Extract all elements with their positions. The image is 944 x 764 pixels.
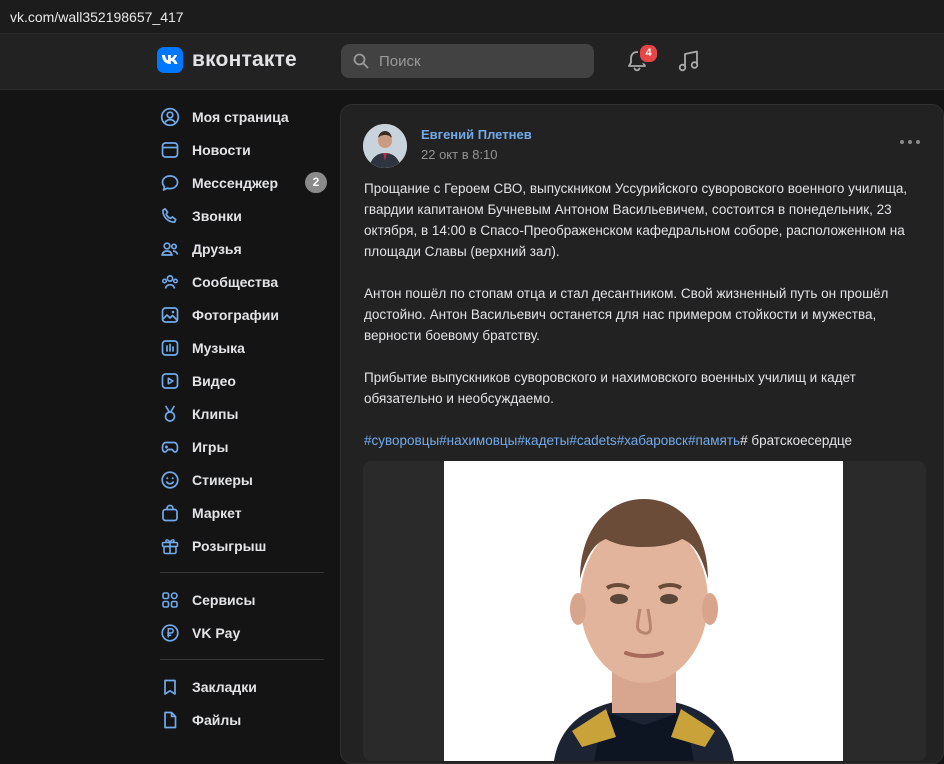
photo-icon xyxy=(161,306,179,323)
sidebar-item-news[interactable]: Новости xyxy=(158,133,328,166)
hashtag-tail: # братскоесердце xyxy=(740,433,853,448)
chat-bubble-icon xyxy=(161,174,179,191)
hashtag-link[interactable]: #хабаровск xyxy=(617,433,688,448)
sidebar-item-label: Файлы xyxy=(192,711,242,728)
search-icon xyxy=(353,53,369,69)
sidebar-item-stickers[interactable]: Стикеры xyxy=(158,463,328,496)
sidebar-item-label: Моя страница xyxy=(192,108,289,125)
messenger-unread-badge: 2 xyxy=(305,172,327,193)
sidebar-item-files[interactable]: Файлы xyxy=(158,703,328,736)
sidebar-item-label: Маркет xyxy=(192,504,242,521)
wall-post: Евгений Плетнев 22 окт в 8:10 Прощание с… xyxy=(340,104,944,764)
sidebar-item-label: Друзья xyxy=(192,240,242,257)
sidebar-item-label: Стикеры xyxy=(192,471,253,488)
sidebar-item-calls[interactable]: Звонки xyxy=(158,199,328,232)
post-paragraph: Прощание с Героем СВО, выпускником Уссур… xyxy=(364,181,908,259)
gamepad-icon xyxy=(161,441,179,453)
sidebar-item-services[interactable]: Сервисы xyxy=(158,583,328,616)
hashtag-link[interactable]: #нахимовцы xyxy=(439,433,517,448)
url-text: vk.com/wall352198657_417 xyxy=(10,9,184,25)
sidebar-item-label: Музыка xyxy=(192,339,245,356)
sidebar-item-friends[interactable]: Друзья xyxy=(158,232,328,265)
sidebar-item-messenger[interactable]: Мессенджер 2 xyxy=(158,166,328,199)
sidebar-item-vk-pay[interactable]: VK Pay xyxy=(158,616,328,649)
browser-address-bar[interactable]: vk.com/wall352198657_417 xyxy=(0,0,944,34)
grid-icon xyxy=(162,591,178,608)
author-avatar[interactable] xyxy=(363,124,407,168)
sidebar-item-communities[interactable]: Сообщества xyxy=(158,265,328,298)
soldier-portrait xyxy=(444,461,843,761)
smiley-icon xyxy=(161,470,179,489)
clips-icon xyxy=(164,405,176,422)
sidebar-item-label: Розыгрыш xyxy=(192,537,267,554)
sidebar-item-my-page[interactable]: Моя страница xyxy=(158,100,328,133)
post-photo[interactable] xyxy=(444,461,843,761)
post-text: Прощание с Героем СВО, выпускником Уссур… xyxy=(364,178,924,451)
post-author-name[interactable]: Евгений Плетнев xyxy=(421,127,532,142)
sidebar-item-label: Сервисы xyxy=(192,591,256,608)
sidebar-item-label: VK Pay xyxy=(192,624,241,641)
gift-icon xyxy=(161,538,179,554)
post-date[interactable]: 22 окт в 8:10 xyxy=(421,147,498,162)
post-more-button[interactable] xyxy=(898,134,922,144)
ruble-coin-icon xyxy=(161,623,179,642)
sidebar-item-label: Видео xyxy=(192,372,236,389)
communities-icon xyxy=(161,274,179,289)
sidebar-item-label: Звонки xyxy=(192,207,242,224)
hashtag-link[interactable]: #память xyxy=(688,433,740,448)
sidebar-item-games[interactable]: Игры xyxy=(158,430,328,463)
post-hashtags: #суворовцы#нахимовцы#кадеты#cadets#хабар… xyxy=(364,430,924,451)
sidebar-item-bookmarks[interactable]: Закладки xyxy=(158,670,328,703)
sidebar-divider xyxy=(160,659,324,660)
vk-logo[interactable]: вконтакте xyxy=(157,47,297,73)
top-header: вконтакте 4 xyxy=(0,34,944,90)
notifications-button[interactable]: 4 xyxy=(624,43,659,76)
sidebar-item-clips[interactable]: Клипы xyxy=(158,397,328,430)
vk-logo-icon xyxy=(157,47,183,73)
hashtag-link[interactable]: #кадеты xyxy=(517,433,569,448)
post-paragraph: Прибытие выпускников суворовского и нахи… xyxy=(364,370,856,406)
search-input[interactable] xyxy=(377,51,581,71)
left-sidebar: Моя страница Новости Мессенджер 2 Звонки… xyxy=(158,100,328,736)
sidebar-item-video[interactable]: Видео xyxy=(158,364,328,397)
newspaper-icon xyxy=(161,141,179,158)
music-bars-icon xyxy=(161,339,179,356)
post-paragraph: Антон пошёл по стопам отца и стал десант… xyxy=(364,286,889,343)
sidebar-item-label: Игры xyxy=(192,438,229,455)
sidebar-item-giveaway[interactable]: Розыгрыш xyxy=(158,529,328,562)
phone-icon xyxy=(162,207,177,223)
friends-icon xyxy=(161,241,179,256)
author-portrait xyxy=(363,124,407,168)
logo-text: вконтакте xyxy=(192,48,297,71)
music-button[interactable] xyxy=(676,48,704,76)
shopping-bag-icon xyxy=(162,504,178,521)
bookmark-icon xyxy=(164,679,176,695)
hashtag-link[interactable]: #cadets xyxy=(569,433,616,448)
sidebar-item-label: Клипы xyxy=(192,405,239,422)
sidebar-divider xyxy=(160,572,324,573)
hashtag-link[interactable]: #суворовцы xyxy=(364,433,439,448)
user-circle-icon xyxy=(160,107,180,126)
post-photo-container[interactable] xyxy=(363,461,926,761)
notifications-badge: 4 xyxy=(638,43,659,64)
sidebar-item-label: Фотографии xyxy=(192,306,280,323)
sidebar-item-label: Закладки xyxy=(192,678,257,695)
search-box[interactable] xyxy=(341,44,594,78)
sidebar-item-label: Новости xyxy=(192,141,251,158)
more-dots-icon xyxy=(900,140,920,144)
video-play-icon xyxy=(161,372,179,389)
file-icon xyxy=(164,711,177,728)
sidebar-item-label: Сообщества xyxy=(192,273,279,290)
sidebar-item-market[interactable]: Маркет xyxy=(158,496,328,529)
sidebar-item-photos[interactable]: Фотографии xyxy=(158,298,328,331)
sidebar-item-music[interactable]: Музыка xyxy=(158,331,328,364)
music-note-icon xyxy=(678,50,699,72)
sidebar-item-label: Мессенджер xyxy=(192,174,279,191)
